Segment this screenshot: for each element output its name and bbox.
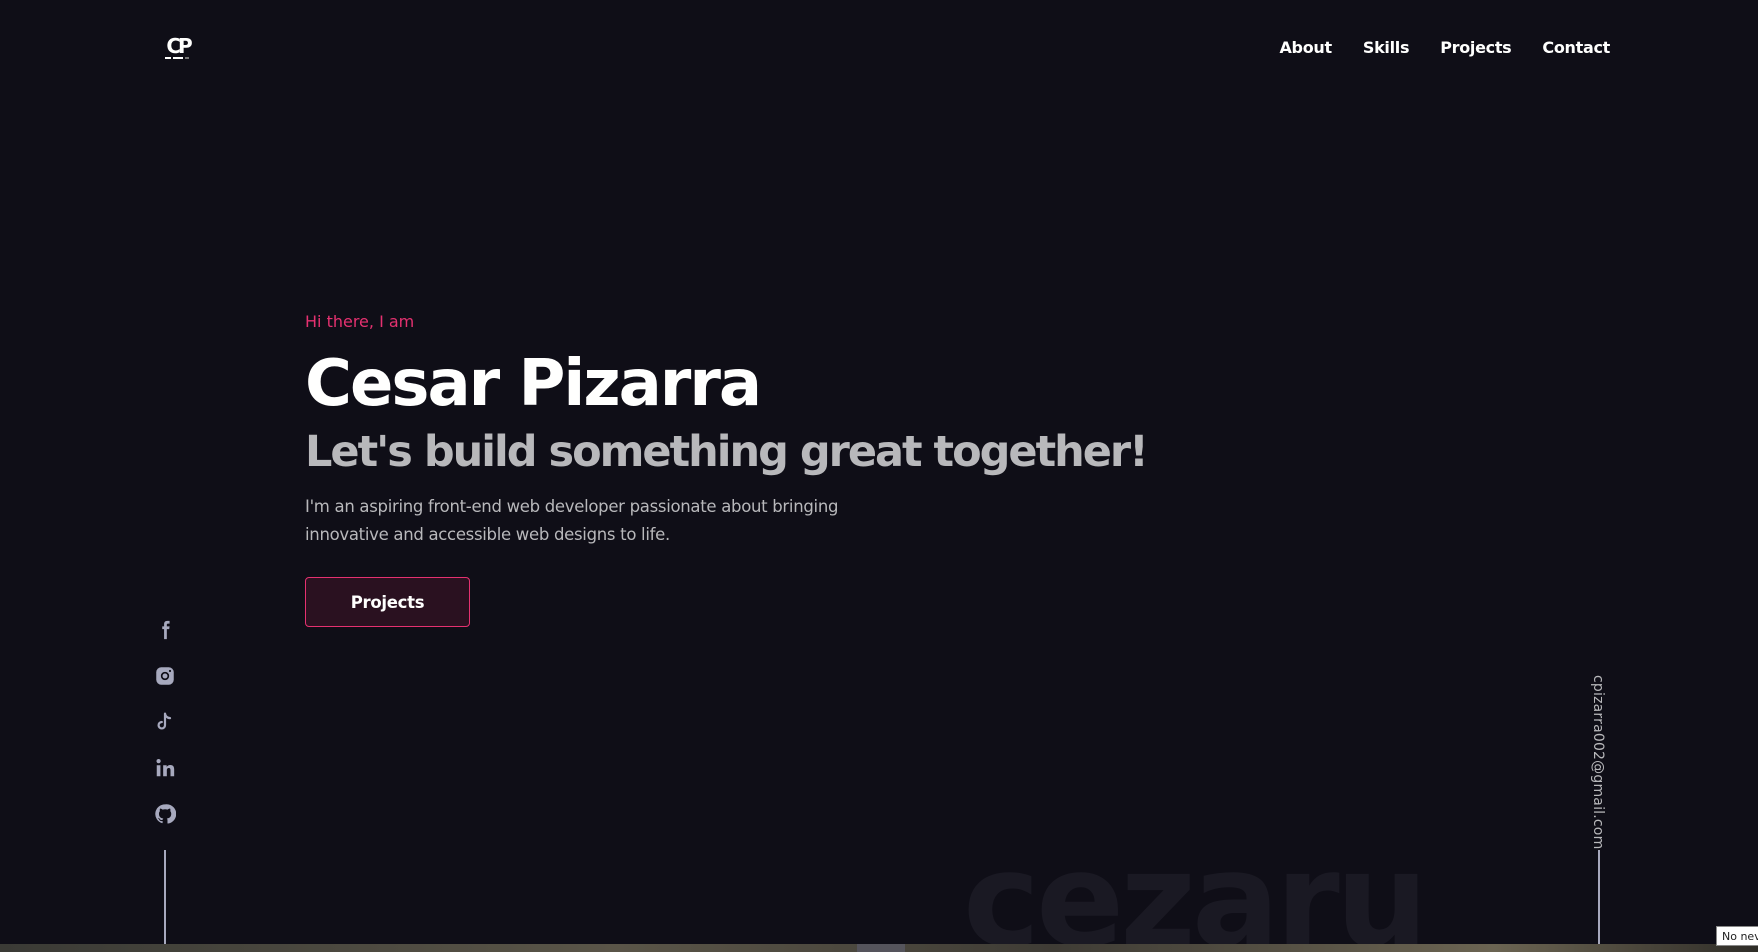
facebook-icon[interactable] [152,617,178,643]
nav-skills[interactable]: Skills [1363,38,1410,57]
notification-toast: No nev [1716,926,1758,946]
nav-projects[interactable]: Projects [1440,38,1512,57]
logo-mark: CP [166,34,192,58]
hero-name: Cesar Pizarra [305,347,762,421]
right-divider-line [1598,850,1600,950]
projects-button[interactable]: Projects [305,577,470,627]
linkedin-icon[interactable] [152,755,178,781]
github-icon[interactable] [152,801,178,827]
background-watermark-word: cezaru [963,824,1428,952]
nav-contact[interactable]: Contact [1542,38,1610,57]
site-logo[interactable]: CP [162,36,194,64]
logo-underline [165,56,191,59]
scroll-thumb[interactable] [857,944,905,952]
page: CP About Skills Projects Contact Hi ther… [0,0,1758,952]
left-divider-line [164,850,166,950]
email-link[interactable]: cpizarra002@gmail.com [1590,675,1606,849]
hero-tagline: Let's build something great together! [305,427,1149,477]
main-nav: About Skills Projects Contact [1279,38,1610,57]
hero-greeting: Hi there, I am [305,312,415,331]
instagram-icon[interactable] [152,663,178,689]
nav-about[interactable]: About [1279,38,1332,57]
hero-section: Hi there, I am Cesar Pizarra Let's build… [305,300,1205,627]
social-links [152,617,178,847]
hero-intro: I'm an aspiring front-end web developer … [305,497,839,544]
tiktok-icon[interactable] [152,709,178,735]
